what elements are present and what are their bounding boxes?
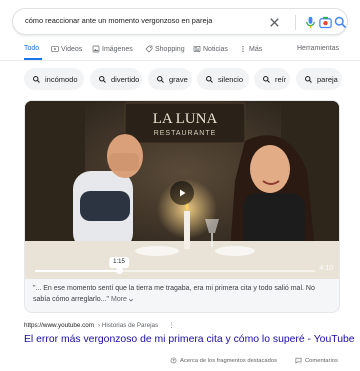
tabs-divider bbox=[0, 60, 360, 61]
tab-label: Shopping bbox=[155, 45, 185, 53]
tab-label: Noticias bbox=[203, 45, 228, 53]
result-breadcrumb: › Historias de Parejas bbox=[98, 322, 159, 329]
video-duration: 4:10 bbox=[319, 265, 333, 272]
tab-label: Imágenes bbox=[102, 45, 133, 53]
snippet-text: "... En ese momento sentí que la tierra … bbox=[33, 285, 315, 303]
chip-label: divertido bbox=[111, 74, 140, 84]
chip-pareja[interactable]: pareja bbox=[296, 68, 342, 90]
video-thumbnail[interactable]: LA LUNA RESTAURANTE 1:15 4:10 bbox=[25, 101, 339, 279]
search-icon bbox=[33, 75, 40, 83]
chip-incomodo[interactable]: incómodo bbox=[24, 68, 84, 90]
search-divider bbox=[295, 15, 296, 30]
tab-label: Más bbox=[249, 45, 263, 53]
tab-imagenes[interactable]: Imágenes bbox=[92, 45, 133, 53]
feedback-label: Comentarios bbox=[305, 357, 338, 364]
chip-label: grave bbox=[169, 74, 188, 84]
restaurant-sign-subtitle: RESTAURANTE bbox=[154, 130, 217, 137]
tab-label: Videos bbox=[61, 45, 83, 53]
search-bar[interactable]: cómo reaccionar ante un momento vergonzo… bbox=[12, 8, 348, 35]
play-icon bbox=[180, 189, 186, 197]
image-icon bbox=[92, 45, 100, 53]
tab-label: Herramientas bbox=[297, 45, 340, 52]
tab-videos[interactable]: Videos bbox=[51, 45, 82, 53]
result-options-icon[interactable]: ⋮ bbox=[168, 322, 174, 329]
about-snippets-label: Acerca de los fragmentos destacados bbox=[180, 357, 277, 364]
refinement-chips: incómodo divertido grave silencio reír p… bbox=[0, 68, 360, 90]
search-icon bbox=[99, 75, 106, 83]
tab-noticias[interactable]: Noticias bbox=[193, 45, 228, 53]
tag-icon bbox=[145, 45, 153, 53]
search-icon bbox=[157, 75, 164, 83]
tab-shopping[interactable]: Shopping bbox=[145, 45, 185, 53]
tab-mas[interactable]: Más bbox=[239, 45, 262, 53]
chip-silencio[interactable]: silencio bbox=[197, 68, 249, 90]
result-url[interactable]: https://www.youtube.com bbox=[24, 322, 94, 329]
chip-divertido[interactable]: divertido bbox=[90, 68, 142, 90]
more-vert-icon bbox=[242, 46, 244, 52]
search-icon[interactable] bbox=[333, 15, 348, 30]
feedback-icon bbox=[295, 357, 302, 364]
clear-icon[interactable] bbox=[267, 15, 282, 30]
chip-grave[interactable]: grave bbox=[148, 68, 192, 90]
help-icon bbox=[170, 357, 177, 364]
microphone-icon[interactable] bbox=[303, 15, 318, 30]
chip-reir[interactable]: reír bbox=[254, 68, 290, 90]
search-icon bbox=[263, 75, 270, 83]
search-input[interactable]: cómo reaccionar ante un momento vergonzo… bbox=[25, 16, 212, 25]
feedback-link[interactable]: Comentarios bbox=[295, 357, 338, 364]
more-label: More bbox=[110, 296, 127, 303]
play-icon bbox=[51, 46, 59, 52]
news-icon bbox=[193, 46, 201, 52]
featured-snippet-card: LA LUNA RESTAURANTE 1:15 4:10 "... En es… bbox=[24, 100, 340, 313]
video-scrubber-handle[interactable] bbox=[116, 267, 123, 274]
result-url-row: https://www.youtube.com › Historias de P… bbox=[24, 322, 175, 329]
chip-label: incómodo bbox=[45, 74, 78, 84]
result-title-link[interactable]: El error más vergonzoso de mi primera ci… bbox=[24, 334, 355, 345]
chevron-down-icon bbox=[128, 298, 133, 302]
restaurant-sign-title: LA LUNA bbox=[153, 111, 218, 127]
snippet-quote: "... En ese momento sentí que la tierra … bbox=[33, 283, 333, 305]
tab-herramientas[interactable]: Herramientas bbox=[297, 45, 339, 52]
more-button[interactable]: More bbox=[111, 294, 134, 305]
video-progress-bar[interactable] bbox=[35, 267, 315, 274]
search-icon bbox=[305, 75, 312, 83]
play-button[interactable] bbox=[170, 181, 194, 205]
tab-label: Todo bbox=[24, 45, 40, 52]
video-progress-fill bbox=[35, 270, 119, 272]
search-tabs: Todo Videos Imágenes Shopping Noticias M… bbox=[0, 40, 360, 60]
chip-label: silencio bbox=[218, 74, 244, 84]
snippet-footer: Acerca de los fragmentos destacados Come… bbox=[0, 353, 360, 371]
chip-label: pareja bbox=[317, 74, 338, 84]
about-snippets-link[interactable]: Acerca de los fragmentos destacados bbox=[170, 357, 277, 364]
chip-label: reír bbox=[275, 74, 287, 84]
lens-icon[interactable] bbox=[318, 15, 333, 30]
search-icon bbox=[206, 75, 213, 83]
tab-todo[interactable]: Todo bbox=[24, 45, 39, 52]
